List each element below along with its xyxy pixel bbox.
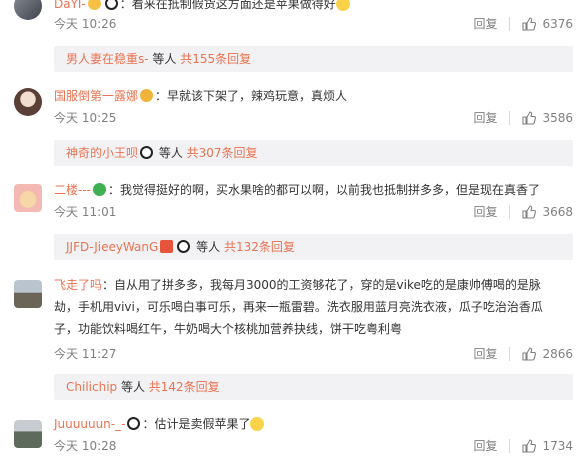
sub-reply-count[interactable]: 共155条回复 bbox=[180, 52, 251, 66]
comment-text: ：我觉得挺好的啊，买水果啥的都可以啊，以前我也抵制拼多多，但是现在真香了 bbox=[108, 183, 541, 197]
sub-reply-username[interactable]: JJFD-JieeyWanG bbox=[66, 240, 158, 254]
like-count: 1734 bbox=[542, 439, 573, 453]
panda-icon bbox=[140, 146, 154, 159]
comment-username[interactable]: 飞走了吗 bbox=[54, 278, 102, 292]
sub-reply-count[interactable]: 共132条回复 bbox=[224, 240, 295, 254]
comment-text: ：估计是卖假苹果了 bbox=[142, 417, 251, 431]
like-button[interactable]: 2866 bbox=[522, 346, 573, 362]
medal-icon bbox=[140, 89, 154, 102]
comment-time: 今天 10:28 bbox=[54, 439, 117, 453]
sub-reply-count[interactable]: 共307条回复 bbox=[187, 146, 258, 160]
emoji-icon bbox=[250, 417, 265, 431]
comment-text: ：看来在抵制假货这方面还是苹果做得好 bbox=[119, 0, 336, 11]
panda-icon bbox=[104, 0, 118, 10]
comment-text: ：早就该下架了，辣鸡玩意，真烦人 bbox=[155, 89, 348, 103]
like-button[interactable]: 6376 bbox=[522, 16, 573, 32]
sub-reply-etc: 等人 bbox=[117, 380, 149, 394]
like-count: 2866 bbox=[542, 347, 573, 361]
sub-reply-username[interactable]: 神奇的小王呗 bbox=[66, 146, 138, 160]
emoji-icon bbox=[335, 0, 350, 11]
sub-reply-bar[interactable]: JJFD-JieeyWanG 等人 共132条回复 bbox=[54, 234, 573, 260]
comment-username[interactable]: 国服倒第一露娜 bbox=[54, 89, 138, 103]
comment-time: 今天 11:01 bbox=[54, 205, 117, 219]
comment-username[interactable]: Juuuuuun-_- bbox=[54, 417, 125, 431]
avatar[interactable] bbox=[14, 0, 42, 20]
reply-button[interactable]: 回复 bbox=[473, 110, 497, 126]
comment-time: 今天 11:27 bbox=[54, 347, 117, 361]
sub-reply-bar[interactable]: Chilichip 等人 共142条回复 bbox=[54, 374, 573, 400]
panda-icon bbox=[127, 417, 141, 430]
divider bbox=[509, 17, 511, 31]
sub-reply-etc: 等人 bbox=[192, 240, 224, 254]
thumbs-up-icon bbox=[522, 439, 537, 453]
comment-time: 今天 10:26 bbox=[54, 17, 117, 31]
reply-button[interactable]: 回复 bbox=[473, 438, 497, 454]
like-count: 3586 bbox=[542, 111, 573, 125]
vip-badge-icon bbox=[87, 0, 101, 10]
like-button[interactable]: 3668 bbox=[522, 204, 573, 220]
comment-text: ：自从用了拼多多，我每月3000的工资够花了，穿的是vike吃的是康帅傅喝的是脉… bbox=[54, 278, 543, 336]
thumbs-up-icon bbox=[522, 347, 537, 361]
comment-time: 今天 10:25 bbox=[54, 111, 117, 125]
verified-icon bbox=[93, 183, 106, 196]
like-count: 6376 bbox=[542, 17, 573, 31]
thumbs-up-icon bbox=[522, 17, 537, 31]
sub-reply-etc: 等人 bbox=[148, 52, 181, 66]
avatar[interactable] bbox=[14, 184, 42, 212]
sub-reply-count[interactable]: 共142条回复 bbox=[149, 380, 220, 394]
like-button[interactable]: 3586 bbox=[522, 110, 573, 126]
reply-button[interactable]: 回复 bbox=[473, 16, 497, 32]
comment-username[interactable]: 二楼--- bbox=[54, 183, 91, 197]
avatar[interactable] bbox=[14, 420, 42, 448]
comment-username[interactable]: DaYI- bbox=[54, 0, 86, 11]
sub-reply-etc: 等人 bbox=[155, 146, 187, 160]
avatar[interactable] bbox=[14, 280, 42, 308]
like-count: 3668 bbox=[542, 205, 573, 219]
sub-reply-username[interactable]: 男人妻在稳重s- bbox=[66, 52, 149, 66]
sub-reply-username[interactable]: Chilichip bbox=[66, 380, 117, 394]
reply-button[interactable]: 回复 bbox=[473, 346, 497, 362]
avatar[interactable] bbox=[14, 88, 42, 116]
divider bbox=[509, 347, 511, 361]
rank-badge-icon bbox=[160, 240, 174, 253]
divider bbox=[509, 439, 511, 453]
sub-reply-bar[interactable]: 神奇的小王呗 等人 共307条回复 bbox=[54, 140, 573, 166]
reply-button[interactable]: 回复 bbox=[473, 204, 497, 220]
thumbs-up-icon bbox=[522, 205, 537, 219]
like-button[interactable]: 1734 bbox=[522, 438, 573, 454]
divider bbox=[509, 111, 511, 125]
sub-reply-bar[interactable]: 男人妻在稳重s- 等人 共155条回复 bbox=[54, 46, 573, 72]
panda-icon bbox=[177, 240, 191, 253]
divider bbox=[509, 205, 511, 219]
thumbs-up-icon bbox=[522, 111, 537, 125]
